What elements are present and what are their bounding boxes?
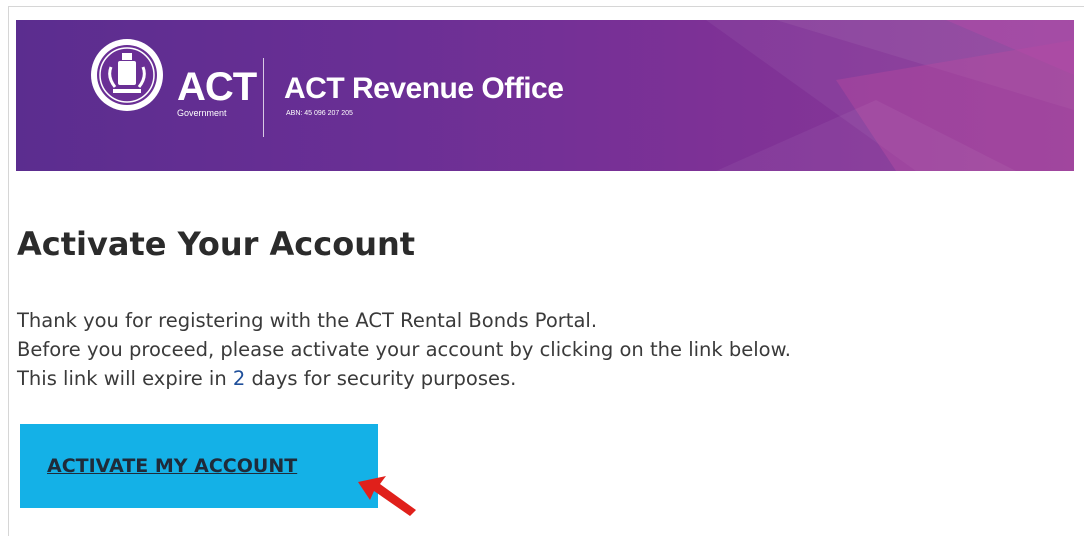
- message-body: Thank you for registering with the ACT R…: [17, 306, 791, 393]
- red-arrow-pointer-icon: [358, 476, 416, 516]
- message-line-2: Before you proceed, please activate your…: [17, 338, 791, 361]
- message-line-1: Thank you for registering with the ACT R…: [17, 309, 598, 332]
- office-title: ACT Revenue Office: [284, 72, 564, 105]
- expiry-suffix: days for security purposes.: [245, 367, 517, 390]
- act-coat-of-arms-icon: [91, 39, 163, 111]
- expiry-prefix: This link will expire in: [17, 367, 233, 390]
- header-banner: ACT Government ACT Revenue Office ABN: 4…: [16, 20, 1074, 171]
- logo-government-text: Government: [177, 108, 227, 118]
- abn-text: ABN: 45 096 207 205: [286, 110, 353, 117]
- activate-account-button[interactable]: ACTIVATE MY ACCOUNT: [20, 424, 378, 508]
- page-title: Activate Your Account: [17, 225, 416, 263]
- logo-act-text: ACT: [177, 65, 257, 109]
- expiry-days: 2: [232, 367, 246, 390]
- activate-account-label[interactable]: ACTIVATE MY ACCOUNT: [47, 454, 297, 478]
- logo-divider: [263, 58, 264, 137]
- message-line-3: This link will expire in 2 days for secu…: [17, 364, 791, 393]
